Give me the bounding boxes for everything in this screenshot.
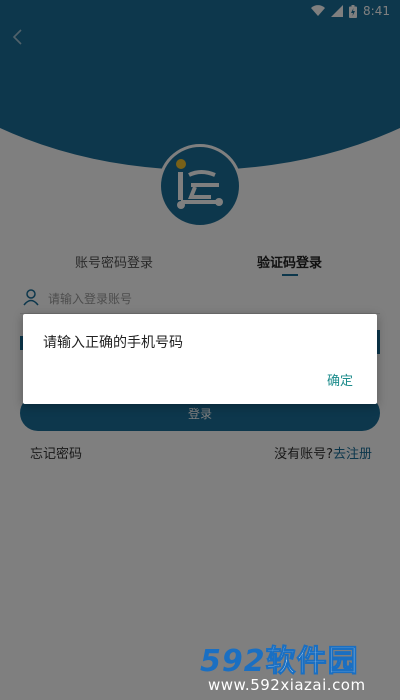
site-watermark: 592软件园 www.592xiazai.com xyxy=(190,636,400,700)
watermark-number: 592 xyxy=(200,644,266,679)
dialog-message: 请输入正确的手机号码 xyxy=(43,335,183,351)
watermark-brand: 592软件园 xyxy=(200,636,359,680)
watermark-url: www.592xiazai.com xyxy=(208,676,366,694)
watermark-text: 软件园 xyxy=(265,644,359,680)
alert-dialog: 请输入正确的手机号码 确定 xyxy=(23,314,377,404)
dialog-confirm-button[interactable]: 确定 xyxy=(327,370,353,389)
